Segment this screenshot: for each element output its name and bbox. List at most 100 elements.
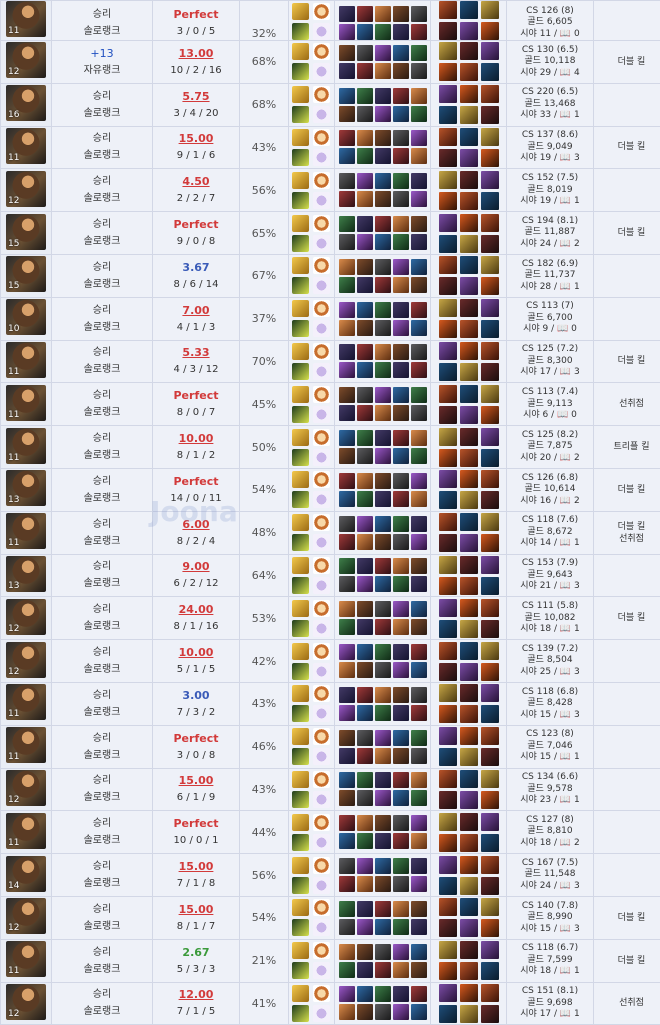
item-slot-icon[interactable]: [439, 727, 457, 745]
team-champion-icon[interactable]: [411, 130, 427, 146]
team-champion-icon[interactable]: [357, 986, 373, 1002]
team-champion-icon[interactable]: [339, 619, 355, 635]
team-champion-icon[interactable]: [411, 448, 427, 464]
team-champion-icon[interactable]: [393, 302, 409, 318]
team-champion-icon[interactable]: [339, 320, 355, 336]
match-row[interactable]: 16 승리 솔로랭크 5.75 3 / 4 / 20 68% CS 2: [1, 83, 660, 126]
match-row[interactable]: 15 승리 솔로랭크 3.67 8 / 6 / 14 67% CS 1: [1, 254, 660, 297]
item-slot-icon[interactable]: [481, 984, 499, 1002]
team-champion-icon[interactable]: [375, 259, 391, 275]
match-row[interactable]: 11 승리 솔로랭크 2.67 5 / 3 / 3 21% CS 11: [1, 939, 660, 982]
team-champion-icon[interactable]: [357, 191, 373, 207]
team-champion-icon[interactable]: [339, 387, 355, 403]
champion-portrait[interactable]: 12: [6, 42, 46, 78]
item-slot-icon[interactable]: [439, 171, 457, 189]
champion-portrait[interactable]: 11: [6, 1, 46, 37]
team-champion-icon[interactable]: [357, 687, 373, 703]
team-champion-icon[interactable]: [393, 944, 409, 960]
item-slot-icon[interactable]: [481, 320, 499, 338]
item-slot-icon[interactable]: [460, 620, 478, 638]
match-row[interactable]: 13 승리 솔로랭크 Perfect 14 / 0 / 11 54%: [1, 468, 660, 511]
team-champion-icon[interactable]: [357, 344, 373, 360]
item-slot-icon[interactable]: [481, 941, 499, 959]
team-champion-icon[interactable]: [393, 901, 409, 917]
item-slot-icon[interactable]: [439, 1, 457, 19]
item-slot-icon[interactable]: [481, 128, 499, 146]
team-champion-icon[interactable]: [375, 148, 391, 164]
item-slot-icon[interactable]: [460, 599, 478, 617]
champion-portrait[interactable]: 12: [6, 984, 46, 1020]
team-champion-icon[interactable]: [375, 705, 391, 721]
item-slot-icon[interactable]: [439, 85, 457, 103]
team-champion-icon[interactable]: [411, 601, 427, 617]
item-slot-icon[interactable]: [460, 1, 478, 19]
team-champion-icon[interactable]: [393, 601, 409, 617]
team-champion-icon[interactable]: [393, 986, 409, 1002]
team-champion-icon[interactable]: [393, 491, 409, 507]
team-champion-icon[interactable]: [339, 876, 355, 892]
item-slot-icon[interactable]: [481, 85, 499, 103]
team-champion-icon[interactable]: [411, 644, 427, 660]
team-champion-icon[interactable]: [393, 576, 409, 592]
item-slot-icon[interactable]: [481, 898, 499, 916]
team-champion-icon[interactable]: [393, 858, 409, 874]
team-champion-icon[interactable]: [411, 833, 427, 849]
team-champion-icon[interactable]: [411, 473, 427, 489]
team-champion-icon[interactable]: [357, 790, 373, 806]
team-champion-icon[interactable]: [339, 491, 355, 507]
champion-portrait[interactable]: 12: [6, 599, 46, 635]
team-champion-icon[interactable]: [375, 320, 391, 336]
match-row[interactable]: 12 승리 솔로랭크 12.00 7 / 1 / 5 41% CS 1: [1, 982, 660, 1025]
team-champion-icon[interactable]: [357, 216, 373, 232]
team-champion-icon[interactable]: [357, 259, 373, 275]
item-slot-icon[interactable]: [439, 256, 457, 274]
item-slot-icon[interactable]: [460, 106, 478, 124]
team-champion-icon[interactable]: [375, 858, 391, 874]
team-champion-icon[interactable]: [339, 644, 355, 660]
champion-portrait[interactable]: 11: [6, 513, 46, 549]
item-slot-icon[interactable]: [460, 42, 478, 60]
team-champion-icon[interactable]: [339, 106, 355, 122]
item-slot-icon[interactable]: [460, 556, 478, 574]
team-champion-icon[interactable]: [393, 619, 409, 635]
team-champion-icon[interactable]: [411, 558, 427, 574]
team-champion-icon[interactable]: [393, 216, 409, 232]
item-slot-icon[interactable]: [481, 813, 499, 831]
item-slot-icon[interactable]: [481, 491, 499, 509]
team-champion-icon[interactable]: [339, 901, 355, 917]
team-champion-icon[interactable]: [357, 772, 373, 788]
team-champion-icon[interactable]: [375, 576, 391, 592]
item-slot-icon[interactable]: [481, 214, 499, 232]
item-slot-icon[interactable]: [460, 320, 478, 338]
team-champion-icon[interactable]: [357, 901, 373, 917]
team-champion-icon[interactable]: [393, 24, 409, 40]
team-champion-icon[interactable]: [357, 644, 373, 660]
item-slot-icon[interactable]: [439, 877, 457, 895]
team-champion-icon[interactable]: [357, 962, 373, 978]
item-slot-icon[interactable]: [439, 919, 457, 937]
item-slot-icon[interactable]: [481, 727, 499, 745]
team-champion-icon[interactable]: [411, 730, 427, 746]
item-slot-icon[interactable]: [481, 406, 499, 424]
team-champion-icon[interactable]: [411, 1004, 427, 1020]
team-champion-icon[interactable]: [357, 277, 373, 293]
team-champion-icon[interactable]: [411, 106, 427, 122]
item-slot-icon[interactable]: [460, 85, 478, 103]
item-slot-icon[interactable]: [439, 513, 457, 531]
item-slot-icon[interactable]: [439, 299, 457, 317]
item-slot-icon[interactable]: [460, 277, 478, 295]
item-slot-icon[interactable]: [439, 320, 457, 338]
team-champion-icon[interactable]: [339, 601, 355, 617]
team-champion-icon[interactable]: [375, 387, 391, 403]
team-champion-icon[interactable]: [375, 748, 391, 764]
team-champion-icon[interactable]: [357, 601, 373, 617]
item-slot-icon[interactable]: [481, 962, 499, 980]
match-row[interactable]: 11 승리 솔로랭크 5.33 4 / 3 / 12 70% CS 1: [1, 340, 660, 383]
team-champion-icon[interactable]: [393, 405, 409, 421]
item-slot-icon[interactable]: [439, 22, 457, 40]
team-champion-icon[interactable]: [339, 302, 355, 318]
team-champion-icon[interactable]: [339, 6, 355, 22]
team-champion-icon[interactable]: [339, 191, 355, 207]
item-slot-icon[interactable]: [439, 42, 457, 60]
team-champion-icon[interactable]: [393, 815, 409, 831]
